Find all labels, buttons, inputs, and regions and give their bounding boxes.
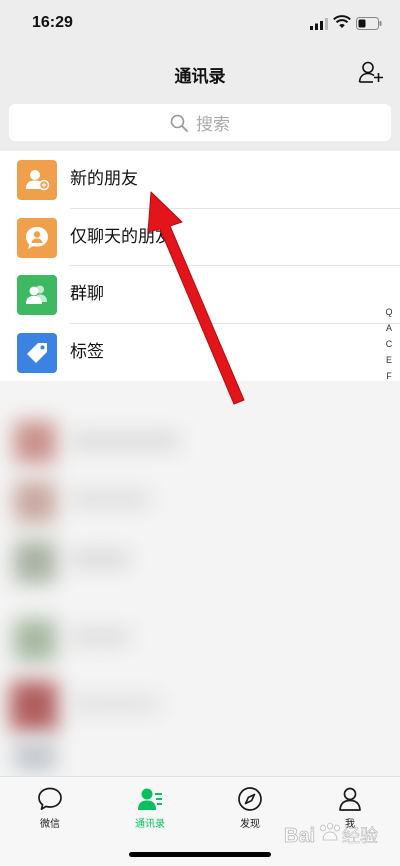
- index-item[interactable]: E: [382, 352, 396, 368]
- blurred-avatar: [14, 619, 56, 661]
- contacts-item-tags[interactable]: 标签: [0, 324, 400, 382]
- blurred-text: [70, 433, 180, 449]
- contacts-icon: [138, 788, 162, 810]
- svg-text:经验: 经验: [342, 826, 378, 847]
- home-indicator: [129, 852, 271, 857]
- contacts-item-label: 标签: [70, 341, 104, 362]
- chat-only-friend-icon: [17, 217, 57, 258]
- blurred-avatar: [10, 681, 58, 731]
- contacts-item-new-friends[interactable]: 新的朋友: [0, 151, 400, 209]
- blurred-avatar: [14, 541, 56, 583]
- contacts-item-label: 群聊: [70, 284, 104, 304]
- tab-contacts[interactable]: 通讯录: [100, 785, 200, 830]
- blurred-text: [70, 491, 150, 507]
- alphabet-index[interactable]: Q A C E F: [382, 304, 396, 384]
- index-search-item[interactable]: Q: [382, 304, 396, 320]
- tab-label: 微信: [40, 819, 60, 830]
- page-title: 通讯录: [174, 67, 226, 87]
- svg-text:Bai: Bai: [284, 825, 315, 847]
- person-icon: [339, 787, 361, 811]
- contacts-item-group-chats[interactable]: 群聊: [0, 266, 400, 324]
- index-item[interactable]: A: [382, 320, 396, 336]
- blurred-avatar: [14, 481, 56, 523]
- blurred-avatar: [14, 421, 56, 463]
- battery-icon: [356, 17, 382, 30]
- blurred-text: [70, 696, 160, 712]
- search-placeholder: 搜索: [196, 115, 230, 135]
- index-item[interactable]: C: [382, 336, 396, 352]
- search-bar[interactable]: 搜索: [9, 104, 391, 141]
- group-chat-icon: [17, 275, 57, 315]
- tab-label: 通讯录: [135, 819, 165, 830]
- blurred-contact-list: [0, 381, 400, 776]
- contacts-list: 新的朋友 仅聊天的朋友 群聊 标签: [0, 151, 400, 381]
- tab-chats[interactable]: 微信: [0, 785, 100, 830]
- wifi-icon: [333, 15, 351, 28]
- add-friend-icon: [17, 160, 57, 200]
- search-icon: [170, 114, 188, 132]
- contacts-item-chat-only-friends[interactable]: 仅聊天的朋友: [0, 209, 400, 266]
- status-bar: 16:29: [0, 0, 400, 48]
- status-time: 16:29: [32, 14, 73, 31]
- blurred-avatar: [14, 741, 56, 771]
- cellular-signal-icon: [310, 18, 328, 30]
- contacts-item-label: 仅聊天的朋友: [70, 226, 172, 247]
- nav-bar: 通讯录: [0, 48, 400, 96]
- blurred-text: [70, 551, 130, 567]
- chat-bubble-icon: [38, 787, 62, 811]
- contacts-item-label: 新的朋友: [70, 169, 138, 189]
- blurred-text: [70, 629, 130, 645]
- add-friend-icon[interactable]: [358, 60, 384, 84]
- baidu-watermark-logo: Bai 经验: [284, 822, 378, 847]
- tag-icon: [17, 332, 57, 373]
- compass-icon: [238, 787, 262, 811]
